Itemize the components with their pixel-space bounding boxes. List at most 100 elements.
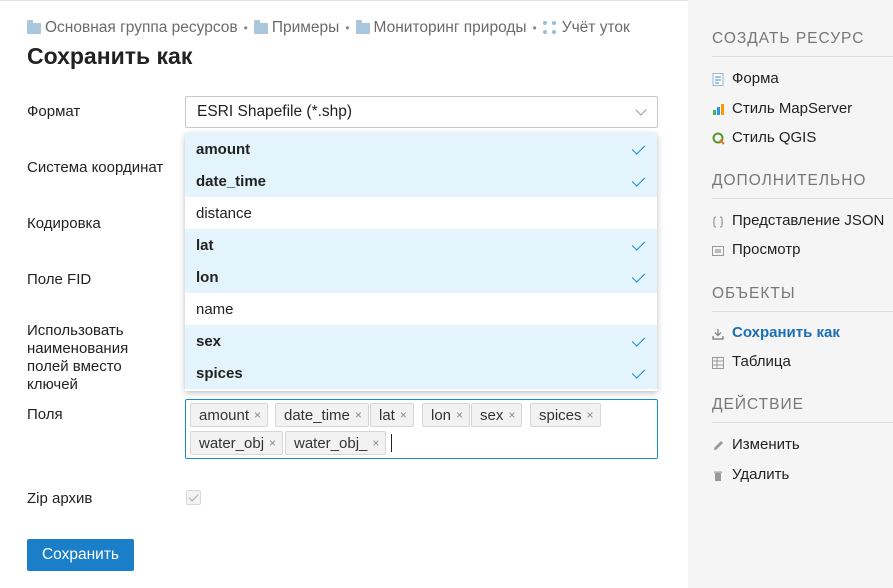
dropdown-option[interactable]: spices <box>185 357 657 389</box>
tag-remove-icon[interactable]: × <box>254 408 261 422</box>
main-content: Основная группа ресурсов • Примеры • Мон… <box>0 0 688 588</box>
sidebar-item-label: Стиль QGIS <box>732 129 817 146</box>
tag-remove-icon[interactable]: × <box>355 408 362 422</box>
breadcrumb-separator: • <box>243 21 248 35</box>
checkmark-icon <box>631 237 646 251</box>
zip-checkbox[interactable] <box>186 490 201 505</box>
tag-label: lon <box>431 406 452 424</box>
mapserver-style-icon <box>712 103 724 115</box>
field-tag: lat × <box>370 403 414 427</box>
checkmark-icon <box>631 269 646 283</box>
breadcrumb-item[interactable]: Мониторинг природы <box>355 19 527 37</box>
zip-label: Zip архив <box>27 490 93 507</box>
tag-remove-icon[interactable]: × <box>587 408 594 422</box>
sidebar-item[interactable]: Изменить <box>712 436 800 453</box>
option-label: spices <box>196 364 243 382</box>
sidebar-item[interactable]: Форма <box>712 70 779 87</box>
sidebar-item-label: Форма <box>732 70 779 87</box>
field-tag: spices × <box>530 403 601 427</box>
dropdown-option[interactable]: date_time <box>185 165 657 197</box>
format-label: Формат <box>27 103 81 120</box>
breadcrumb-item[interactable]: Основная группа ресурсов <box>27 19 238 37</box>
checkmark-icon <box>631 141 646 155</box>
dropdown-option[interactable]: name <box>185 293 657 325</box>
sidebar-item-label: Просмотр <box>732 241 801 258</box>
sidebar-item-label: Изменить <box>732 436 800 453</box>
dropdown-option[interactable]: sex <box>185 325 657 357</box>
pencil-icon <box>712 439 724 451</box>
breadcrumb-separator: • <box>345 21 350 35</box>
folder-icon <box>355 19 370 34</box>
checkmark-icon <box>631 173 646 187</box>
fields-multiselect[interactable]: amount × date_time × lat × lon × sex × spices × wate… <box>185 399 658 459</box>
sidebar: СОЗДАТЬ РЕСУРС Форма Стиль MapServer Стиль … <box>688 0 893 588</box>
tag-remove-icon[interactable]: × <box>372 436 379 450</box>
sidebar-divider <box>712 56 893 57</box>
breadcrumb: Основная группа ресурсов • Примеры • Мон… <box>27 19 630 37</box>
tag-label: water_obj <box>199 434 265 452</box>
option-label: name <box>196 300 234 318</box>
sidebar-item[interactable]: Стиль MapServer <box>712 100 852 117</box>
tag-label: spices <box>539 406 582 424</box>
form-icon <box>712 72 724 86</box>
option-label: date_time <box>196 172 267 190</box>
dropdown-option[interactable]: amount <box>185 133 657 165</box>
tag-remove-icon[interactable]: × <box>456 408 463 422</box>
sidebar-item[interactable]: Представление JSON <box>712 212 884 229</box>
use-names-label: Использовать наименования полей вместо к… <box>27 322 129 393</box>
sidebar-section-title: СОЗДАТЬ РЕСУРС <box>712 30 865 47</box>
breadcrumb-item[interactable]: Примеры <box>253 19 339 37</box>
field-tag: amount × <box>190 403 269 427</box>
option-label: lat <box>196 236 214 254</box>
sidebar-item[interactable]: Стиль QGIS <box>712 129 816 146</box>
field-tag: lon × <box>422 403 471 427</box>
sidebar-divider <box>712 311 893 312</box>
encoding-label: Кодировка <box>27 215 101 232</box>
sidebar-item[interactable]: Просмотр <box>712 241 801 258</box>
json-icon <box>712 215 724 228</box>
tag-label: date_time <box>284 406 350 424</box>
sidebar-section-title: ДЕЙСТВИЕ <box>712 396 804 413</box>
tag-label: water_obj_ <box>294 434 368 452</box>
chevron-down-icon <box>635 104 647 116</box>
qgis-style-icon <box>712 132 725 145</box>
sidebar-divider <box>712 422 893 423</box>
sidebar-item-label: Удалить <box>732 466 790 483</box>
download-icon <box>712 327 724 340</box>
field-tag: water_obj_ × <box>285 431 387 455</box>
fields-label: Поля <box>27 406 63 423</box>
tag-remove-icon[interactable]: × <box>269 436 276 450</box>
sidebar-item[interactable]: Таблица <box>712 353 791 370</box>
vector-layer-icon <box>542 21 557 35</box>
tag-remove-icon[interactable]: × <box>400 408 407 422</box>
trash-icon <box>712 469 724 481</box>
tag-label: amount <box>199 406 250 424</box>
breadcrumb-item-current: Учёт уток <box>542 19 630 37</box>
tag-label: sex <box>480 406 504 424</box>
format-select[interactable]: ESRI Shapefile (*.shp) <box>185 96 658 128</box>
dropdown-option[interactable]: lon <box>185 261 657 293</box>
breadcrumb-separator: • <box>532 21 537 35</box>
preview-icon <box>712 244 724 256</box>
tag-remove-icon[interactable]: × <box>508 408 515 422</box>
sidebar-section-title: ДОПОЛНИТЕЛЬНО <box>712 172 867 189</box>
option-label: amount <box>196 140 251 158</box>
option-label: distance <box>196 204 252 222</box>
format-select-value: ESRI Shapefile (*.shp) <box>197 103 353 120</box>
sidebar-item[interactable]: Удалить <box>712 466 789 483</box>
sidebar-section-title: ОБЪЕКТЫ <box>712 285 796 302</box>
page-title: Сохранить как <box>27 43 193 69</box>
sidebar-item-label: Стиль MapServer <box>732 100 853 117</box>
sidebar-item-label: Сохранить как <box>732 324 840 341</box>
fields-dropdown: amount date_time distance lat lon name sex spic… <box>185 133 657 391</box>
fid-label: Поле FID <box>27 271 92 288</box>
checkmark-icon <box>631 365 646 379</box>
folder-icon <box>27 19 41 34</box>
field-tag: sex × <box>471 403 523 427</box>
dropdown-option[interactable]: distance <box>185 197 657 229</box>
text-caret <box>391 434 392 452</box>
save-button[interactable]: Сохранить <box>27 539 134 571</box>
dropdown-option[interactable]: lat <box>185 229 657 261</box>
sidebar-item[interactable]: Сохранить как <box>712 324 840 341</box>
field-tag: date_time × <box>275 403 369 427</box>
